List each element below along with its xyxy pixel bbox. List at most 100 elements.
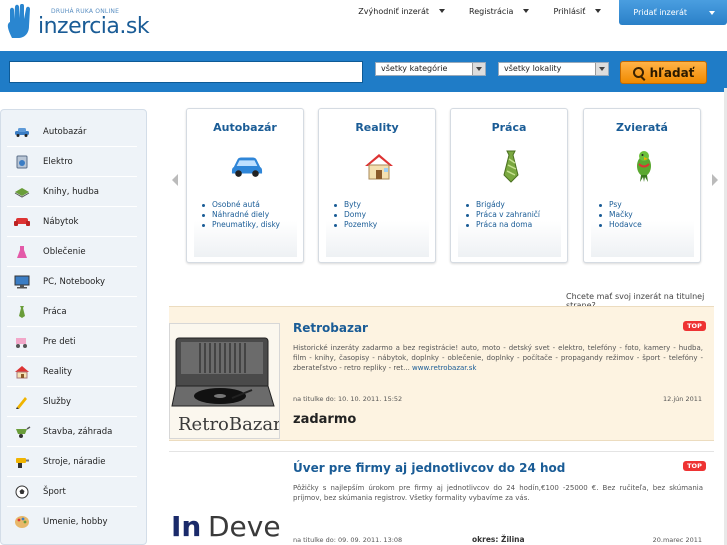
search-bar: všetky kategórie všetky lokality hľadať: [0, 51, 727, 92]
sidebar-item-label: Pre deti: [43, 336, 76, 347]
listing-description: Pôžičky s najlepším úrokom pre firmy aj …: [293, 484, 703, 502]
category-card-title[interactable]: Zvieratá: [584, 121, 700, 134]
search-button-label: hľadať: [649, 65, 695, 80]
palette-icon: [13, 515, 31, 529]
sidebar-item-pre-deti[interactable]: Pre deti: [7, 327, 137, 357]
category-link[interactable]: Pneumatiky, disky: [202, 220, 297, 230]
category-link[interactable]: Byty: [334, 200, 429, 210]
sidebar-item-label: Práca: [43, 306, 67, 317]
category-card-reality[interactable]: Reality Byty Domy Pozemky: [318, 108, 436, 263]
listing-thumbnail[interactable]: In Devel: [169, 464, 280, 545]
category-link[interactable]: Psy: [599, 200, 694, 210]
sidebar-item-umenie-hobby[interactable]: Umenie, hobby: [7, 507, 137, 537]
listing-date: 20.marec 2011: [652, 536, 702, 544]
search-icon: [632, 67, 644, 78]
category-card-zvierata[interactable]: Zvieratá Psy Mačky Hodavce: [583, 108, 701, 263]
thumbnail-text: RetroBazar: [178, 414, 280, 435]
category-card-praca[interactable]: Práca Brigády Práca v zahraničí Práca na…: [450, 108, 568, 263]
location-select[interactable]: všetky lokality: [498, 62, 609, 76]
car-icon: [231, 149, 263, 183]
sidebar-item-knihy-hudba[interactable]: Knihy, hudba: [7, 177, 137, 207]
appliance-icon: [13, 155, 31, 169]
tie-icon: [13, 305, 31, 319]
top-badge: TOP: [683, 461, 706, 471]
thumbnail-text-b: Devel: [208, 510, 280, 543]
sidebar-item-label: Autobazár: [43, 126, 87, 137]
listing-description: Historické inzeráty zadarmo a bez regist…: [293, 343, 703, 373]
nav-label: Registrácia: [469, 6, 514, 16]
category-select[interactable]: všetky kategórie: [375, 62, 486, 76]
listing-date: 12.jún 2011: [663, 395, 702, 403]
chevron-down-icon: [595, 63, 608, 75]
category-link[interactable]: Práca na doma: [466, 220, 561, 230]
drill-icon: [13, 455, 31, 469]
category-select-value: všetky kategórie: [381, 64, 448, 73]
chevron-down-icon: [523, 9, 530, 13]
category-links: Brigády Práca v zahraničí Práca na doma: [458, 197, 561, 257]
sidebar-item-label: Oblečenie: [43, 246, 86, 257]
category-link[interactable]: Osobné autá: [202, 200, 297, 210]
listing-thumbnail[interactable]: RetroBazar: [169, 323, 280, 439]
sidebar-item-label: Umenie, hobby: [43, 517, 108, 527]
sidebar-item-sluzby[interactable]: Služby: [7, 387, 137, 417]
sidebar-item-nabytok[interactable]: Nábytok: [7, 207, 137, 237]
sidebar-item-stroje-naradie[interactable]: Stroje, náradie: [7, 447, 137, 477]
sidebar-item-elektro[interactable]: Elektro: [7, 147, 137, 177]
listing-meta: na titulke do: 09. 09. 2011. 13:08: [293, 536, 403, 544]
add-ad-button[interactable]: Pridať inzerát: [619, 0, 727, 25]
sidebar-item-oblecenie[interactable]: Oblečenie: [7, 237, 137, 267]
category-link[interactable]: Náhradné diely: [202, 210, 297, 220]
nav-label: Prihlásiť: [553, 6, 586, 16]
ball-icon: [13, 485, 31, 499]
sidebar-item-stavba-zahrada[interactable]: Stavba, záhrada: [7, 417, 137, 447]
nav-login[interactable]: Prihlásiť: [541, 0, 613, 22]
chevron-down-icon: [472, 63, 485, 75]
listing-link[interactable]: www.retrobazar.sk: [412, 364, 476, 372]
listing-location: okres: Žilina: [472, 535, 525, 544]
nav-label: Zvýhodniť inzerát: [358, 6, 430, 16]
search-button[interactable]: hľadať: [620, 61, 707, 84]
chevron-down-icon: [595, 9, 602, 13]
sidebar-item-label: Elektro: [43, 156, 73, 167]
category-link[interactable]: Pozemky: [334, 220, 429, 230]
category-link[interactable]: Hodavce: [599, 220, 694, 230]
nav-registration[interactable]: Registrácia: [457, 0, 541, 22]
stroller-icon: [13, 335, 31, 349]
listing-description-text: Historické inzeráty zadarmo a bez regist…: [293, 344, 703, 372]
category-card-autobazar[interactable]: Autobazár Osobné autá Náhradné diely Pne…: [186, 108, 304, 263]
sidebar-item-praca[interactable]: Práca: [7, 297, 137, 327]
category-card-title[interactable]: Reality: [319, 121, 435, 134]
listing-price: zadarmo: [293, 412, 357, 427]
sidebar-item-pc-notebooky[interactable]: PC, Notebooky: [7, 267, 137, 297]
sidebar-item-sport[interactable]: Šport: [7, 477, 137, 507]
category-sidebar: Autobazár Elektro Knihy, hudba Nábytok O…: [0, 109, 147, 545]
category-link[interactable]: Brigády: [466, 200, 561, 210]
site-logo[interactable]: Druhá ruka online inzercia.sk: [4, 4, 154, 44]
book-icon: [13, 185, 31, 199]
listing-title[interactable]: Retrobazar: [293, 321, 368, 335]
sidebar-item-label: Stroje, náradie: [43, 456, 106, 467]
category-link[interactable]: Práca v zahraničí: [466, 210, 561, 220]
nav-highlight-ad[interactable]: Zvýhodniť inzerát: [346, 0, 457, 22]
category-card-title[interactable]: Práca: [451, 121, 567, 134]
house-icon: [363, 149, 395, 183]
listing-meta: na titulke do: 10. 10. 2011. 15:52: [293, 395, 403, 403]
category-link[interactable]: Domy: [334, 210, 429, 220]
top-badge: TOP: [683, 321, 706, 331]
tie-icon: [495, 149, 527, 183]
sidebar-item-reality[interactable]: Reality: [7, 357, 137, 387]
listing-item: RetroBazar Retrobazar TOP Historické inz…: [169, 306, 714, 441]
search-input[interactable]: [9, 61, 363, 83]
dress-icon: [13, 245, 31, 259]
carousel-next-arrow-icon[interactable]: [712, 174, 718, 186]
header: Druhá ruka online inzercia.sk Zvýhodniť …: [0, 0, 727, 50]
category-link[interactable]: Mačky: [599, 210, 694, 220]
listing-item: In Devel Úver pre firmy aj jednotlivcov …: [169, 451, 714, 545]
listing-title[interactable]: Úver pre firmy aj jednotlivcov do 24 hod: [293, 461, 565, 475]
sidebar-item-autobazar[interactable]: Autobazár: [7, 117, 137, 147]
category-card-title[interactable]: Autobazár: [187, 121, 303, 134]
car-icon: [13, 125, 31, 139]
sidebar-item-label: Knihy, hudba: [43, 186, 99, 197]
category-links: Byty Domy Pozemky: [326, 197, 429, 257]
carousel-prev-arrow-icon[interactable]: [172, 174, 178, 186]
